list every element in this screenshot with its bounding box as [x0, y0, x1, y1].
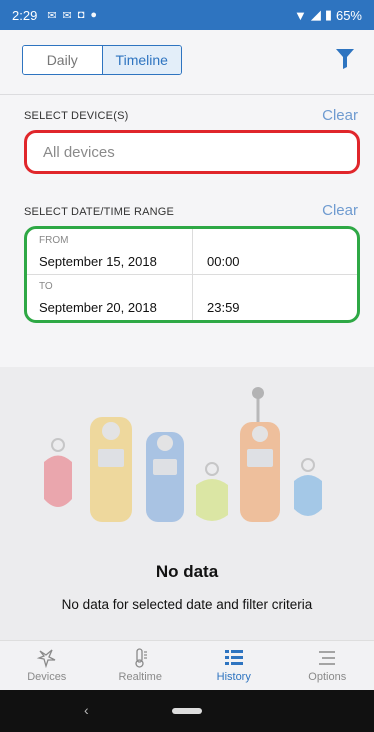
- from-time[interactable]: 00:00: [207, 254, 240, 269]
- date-range-selector: FROM September 15, 2018 00:00 TO Septemb…: [24, 226, 360, 323]
- nav-devices[interactable]: Devices: [0, 641, 94, 690]
- nav-options-label: Options: [308, 671, 347, 683]
- date-clear-button[interactable]: Clear: [322, 202, 358, 219]
- notification-icon: ◘: [77, 8, 85, 21]
- timeline-tab[interactable]: Timeline: [101, 46, 181, 74]
- status-bar: 2:29 ✉ ✉ ◘ ● ▼ ◢ ▮ 65%: [0, 0, 374, 30]
- nav-options[interactable]: Options: [281, 641, 374, 690]
- view-toggle: Daily Timeline: [22, 45, 182, 75]
- to-row[interactable]: TO September 20, 2018 23:59: [27, 275, 357, 320]
- from-label: FROM: [39, 235, 69, 246]
- notification-icon: ✉: [47, 9, 57, 22]
- nav-realtime[interactable]: Realtime: [94, 641, 188, 690]
- to-date[interactable]: September 20, 2018: [39, 300, 157, 315]
- devices-illustration: [44, 387, 322, 522]
- column-divider: [192, 229, 193, 274]
- divider: [0, 94, 374, 95]
- system-navigation-bar: ‹: [0, 690, 374, 732]
- battery-icon: ▮: [324, 7, 332, 22]
- bottom-navigation: Devices Realtime History Options: [0, 640, 374, 690]
- filter-icon[interactable]: [336, 49, 354, 69]
- column-divider: [192, 275, 193, 320]
- nav-realtime-label: Realtime: [118, 671, 162, 683]
- select-date-range-label: SELECT DATE/TIME RANGE: [24, 206, 175, 218]
- back-icon[interactable]: ‹: [84, 702, 89, 718]
- notification-icon: ●: [90, 8, 98, 21]
- to-time[interactable]: 23:59: [207, 300, 240, 315]
- device-selector-value: All devices: [43, 143, 115, 161]
- options-menu-icon: [319, 651, 336, 665]
- nav-history[interactable]: History: [187, 641, 281, 690]
- no-data-message: No data for selected date and filter cri…: [61, 597, 313, 612]
- nav-devices-label: Devices: [27, 671, 67, 683]
- home-pill[interactable]: [172, 708, 202, 714]
- daily-tab[interactable]: Daily: [23, 46, 102, 74]
- notification-icons: ✉ ✉ ◘ ●: [47, 9, 97, 22]
- from-date[interactable]: September 15, 2018: [39, 254, 157, 269]
- nav-history-label: History: [216, 671, 251, 683]
- notification-icon: ✉: [62, 9, 72, 22]
- history-list-icon: [224, 650, 243, 665]
- wifi-icon: ▼: [293, 7, 307, 23]
- to-label: TO: [39, 281, 53, 292]
- battery-level: 65%: [335, 7, 362, 23]
- select-devices-label: SELECT DEVICE(S): [24, 110, 129, 122]
- filter-panel: Daily Timeline SELECT DEVICE(S) Clear Al…: [0, 30, 374, 367]
- no-data-title: No data: [155, 562, 219, 581]
- from-row[interactable]: FROM September 15, 2018 00:00: [27, 229, 357, 275]
- status-time: 2:29: [12, 7, 38, 23]
- device-selector[interactable]: All devices: [24, 130, 360, 174]
- devices-clear-button[interactable]: Clear: [322, 107, 358, 124]
- thermometer-icon: [135, 648, 148, 668]
- empty-state: No data No data for selected date and fi…: [0, 367, 374, 640]
- devices-icon: [36, 649, 56, 668]
- signal-icon: ◢: [310, 7, 321, 22]
